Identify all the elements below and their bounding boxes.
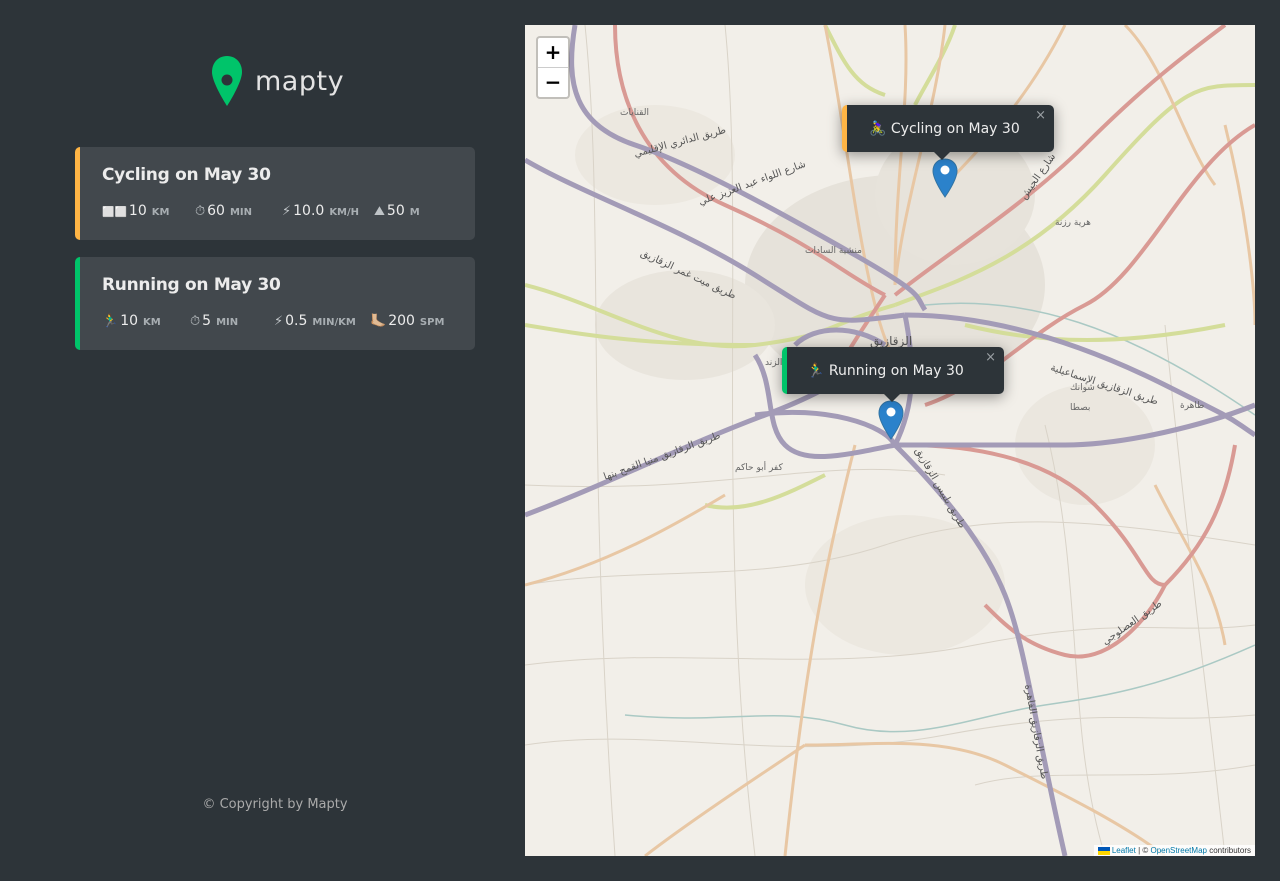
popup-close-button[interactable]: × <box>985 350 996 365</box>
workout-value: 5 <box>202 313 212 329</box>
workout-title: Running on May 30 <box>102 275 281 295</box>
place-label: طاهرة <box>1180 401 1204 411</box>
logo: mapty <box>211 55 344 107</box>
workout-details: ⬜⬜ 10 km ⏱ 60 min ⚡ 10.0 km/h ⛰ 50 m <box>102 203 420 223</box>
workout-unit: m <box>409 207 420 218</box>
workout-detail-speed: ⚡ 10.0 km/h <box>282 203 374 219</box>
workout-unit: min <box>216 317 239 328</box>
workout-detail-distance: ⬜⬜ 10 km <box>102 203 195 219</box>
workout-unit: km <box>143 317 161 328</box>
place-label: منشية السادات <box>805 246 862 256</box>
attribution-suffix: contributors <box>1206 846 1251 855</box>
footprint-icon: 🦶🏼 <box>370 314 387 329</box>
lightning-icon: ⚡ <box>274 314 284 329</box>
workout-value: 50 <box>386 203 405 219</box>
workout-detail-duration: ⏱ 5 min <box>190 313 274 329</box>
workout-unit: km <box>151 207 170 218</box>
popup-text: 🚴‍♀️ Cycling on May 30 <box>869 120 1020 137</box>
stopwatch-icon: ⏱ <box>195 204 206 219</box>
zoom-out-button[interactable]: − <box>538 68 568 97</box>
workout-detail-duration: ⏱ 60 min <box>195 203 282 219</box>
mountain-icon: ⛰ <box>374 204 385 219</box>
popup-tip <box>933 151 951 160</box>
popup-tip <box>883 393 901 402</box>
leaflet-link[interactable]: Leaflet <box>1112 846 1136 855</box>
popup-text: 🏃‍♂️ Running on May 30 <box>807 362 964 379</box>
workout-value: 0.5 <box>285 313 308 329</box>
workout-item-running[interactable]: Running on May 30 🏃‍♂️ 10 km ⏱ 5 min ⚡ 0… <box>75 257 475 350</box>
workout-value: 10 <box>120 313 139 329</box>
workout-unit: min/km <box>312 317 356 328</box>
workout-value: 60 <box>207 203 225 219</box>
workout-item-cycling[interactable]: Cycling on May 30 ⬜⬜ 10 km ⏱ 60 min ⚡ 10… <box>75 147 475 240</box>
bicycle-icon: ⬜⬜ <box>102 207 127 218</box>
sidebar: mapty Cycling on May 30 ⬜⬜ 10 km ⏱ 60 mi… <box>0 0 525 881</box>
stopwatch-icon: ⏱ <box>190 314 201 329</box>
workout-value: 200 <box>388 313 415 329</box>
workout-value: 10.0 <box>293 203 325 219</box>
ukraine-flag-icon <box>1097 846 1110 855</box>
cycling-popup[interactable]: 🚴‍♀️ Cycling on May 30 × <box>842 105 1054 160</box>
map-marker-icon-cycling[interactable] <box>932 158 958 198</box>
workout-detail-cadence: 🦶🏼 200 spm <box>370 313 444 329</box>
zoom-control: + − <box>536 36 570 99</box>
place-label: القنايات <box>620 108 649 118</box>
workout-unit: km/h <box>329 207 360 218</box>
workout-unit: spm <box>419 317 445 328</box>
place-label: بصطا <box>1070 403 1090 413</box>
workout-details: 🏃‍♂️ 10 km ⏱ 5 min ⚡ 0.5 min/km 🦶🏼 200 s… <box>102 313 444 333</box>
popup-close-button[interactable]: × <box>1035 108 1046 123</box>
workout-detail-pace: ⚡ 0.5 min/km <box>274 313 370 329</box>
place-label: هرية رزنة <box>1055 218 1091 228</box>
map-marker-icon-running[interactable] <box>878 400 904 440</box>
logo-text: mapty <box>255 65 345 97</box>
workout-detail-distance: 🏃‍♂️ 10 km <box>102 313 190 329</box>
running-popup[interactable]: 🏃‍♂️ Running on May 30 × <box>782 347 1004 402</box>
map-attribution: Leaflet | © OpenStreetMap contributors <box>1093 845 1255 856</box>
lightning-icon: ⚡ <box>282 204 292 219</box>
copyright: © Copyright by Mapty <box>202 797 348 812</box>
workout-detail-elevation: ⛰ 50 m <box>374 203 420 219</box>
map[interactable]: القنايات منشية السادات الزقازيق هرية رزن… <box>525 25 1255 856</box>
attribution-separator: | © <box>1135 846 1151 855</box>
workout-title: Cycling on May 30 <box>102 165 271 185</box>
workout-unit: min <box>229 207 253 218</box>
place-label: الزند <box>765 358 782 368</box>
map-pin-logo-icon <box>212 56 242 106</box>
zoom-in-button[interactable]: + <box>538 38 568 68</box>
place-label: كفر أبو حاكم <box>735 461 783 473</box>
runner-icon: 🏃‍♂️ <box>102 314 119 329</box>
workout-value: 10 <box>128 203 147 219</box>
osm-link[interactable]: OpenStreetMap <box>1150 846 1206 855</box>
